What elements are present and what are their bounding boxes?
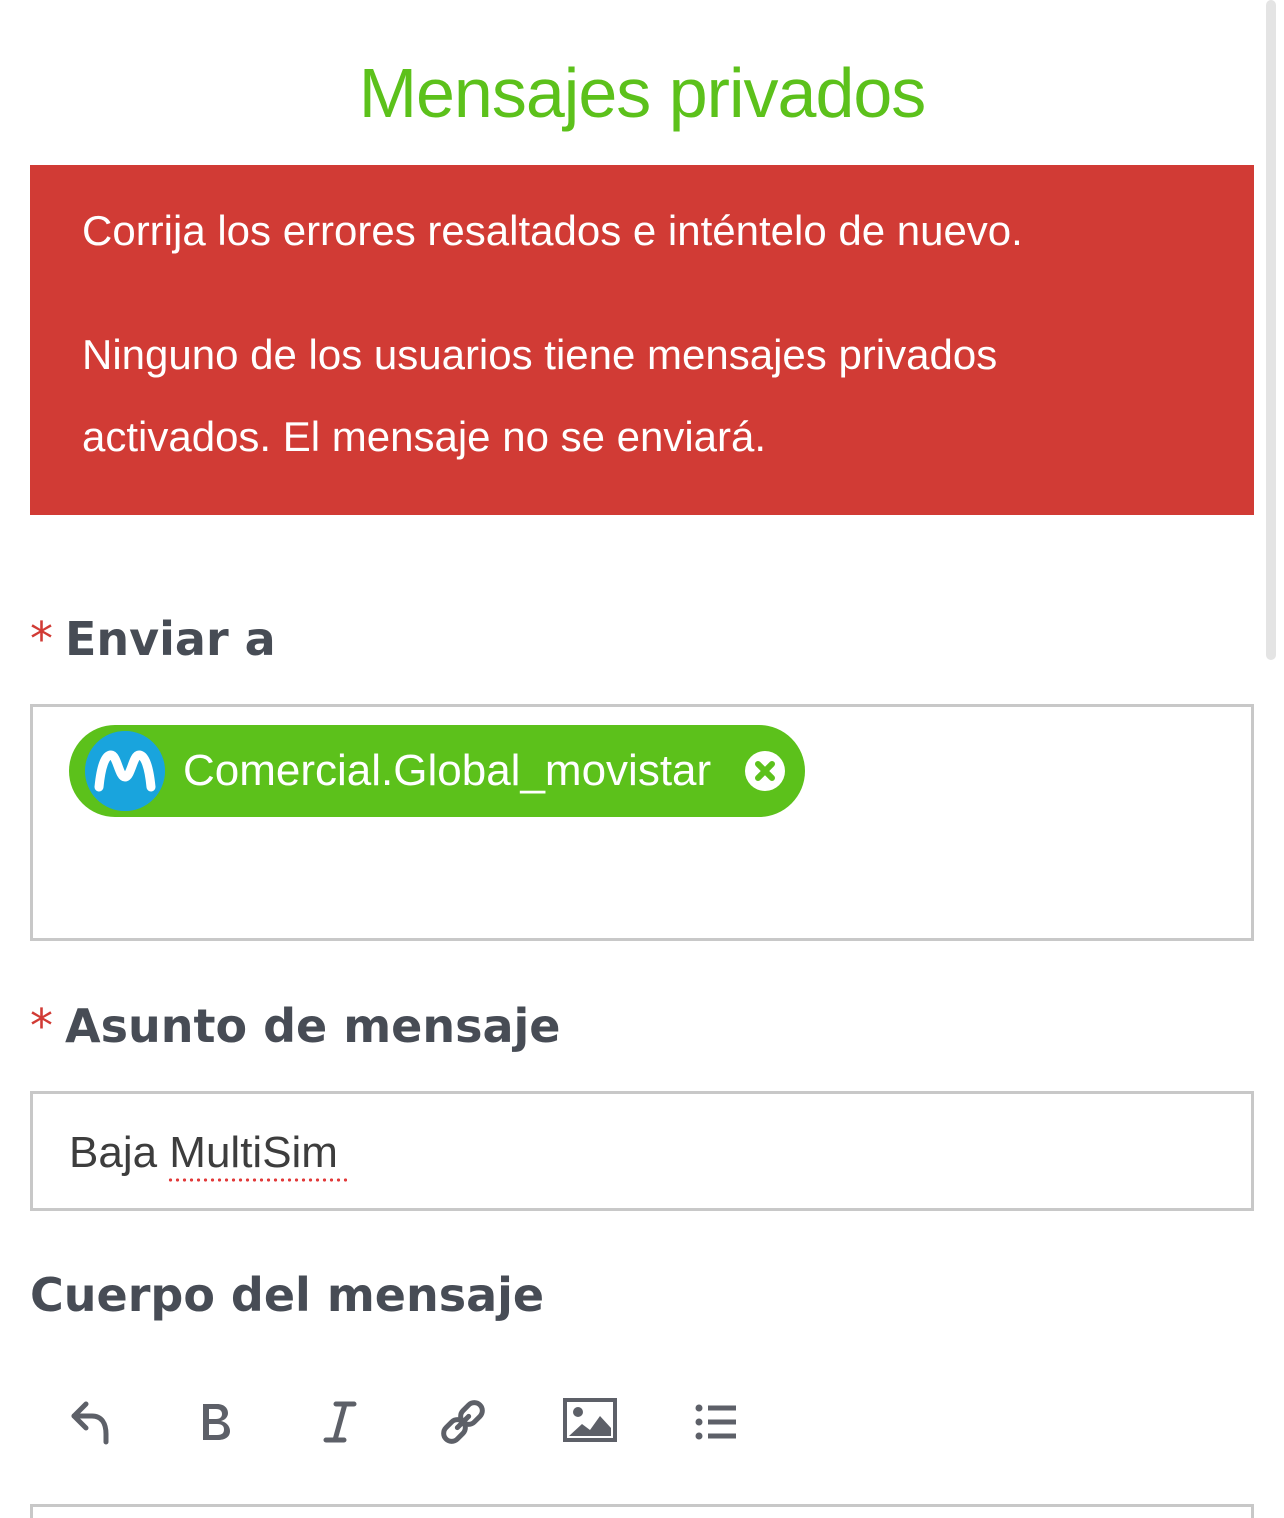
error-message-line-3: activados. El mensaje no se enviará. bbox=[82, 413, 767, 460]
subject-field-label: * Asunto de mensaje bbox=[30, 999, 561, 1053]
avatar bbox=[85, 731, 165, 811]
page-title: Mensajes privados bbox=[358, 54, 927, 132]
subject-input[interactable]: Baja MultiSim bbox=[30, 1091, 1254, 1211]
subject-label-text: Asunto de mensaje bbox=[65, 999, 561, 1053]
recipient-chip-label: Comercial.Global_movistar bbox=[183, 746, 712, 795]
to-label-text: Enviar a bbox=[65, 612, 276, 666]
recipient-chip[interactable]: Comercial.Global_movistar bbox=[69, 725, 805, 817]
insert-image-button[interactable] bbox=[560, 1392, 620, 1452]
spellcheck-underline bbox=[167, 1178, 347, 1182]
close-circle-icon bbox=[745, 751, 785, 791]
image-icon bbox=[563, 1398, 617, 1442]
scrollbar[interactable] bbox=[1266, 0, 1276, 660]
bold-icon bbox=[203, 1404, 230, 1440]
undo-button[interactable] bbox=[60, 1392, 120, 1452]
bulleted-list-icon bbox=[695, 1404, 736, 1440]
movistar-logo-icon bbox=[85, 731, 165, 811]
subject-input-value: Baja MultiSim bbox=[69, 1128, 338, 1177]
insert-link-button[interactable] bbox=[433, 1392, 493, 1452]
remove-recipient-button[interactable] bbox=[745, 751, 785, 791]
link-icon bbox=[441, 1400, 485, 1444]
italic-button[interactable] bbox=[310, 1392, 370, 1452]
required-marker: * bbox=[30, 612, 53, 666]
italic-icon bbox=[323, 1401, 357, 1443]
to-field-label: * Enviar a bbox=[30, 612, 276, 666]
required-marker: * bbox=[30, 999, 53, 1053]
message-body-editor[interactable] bbox=[30, 1504, 1254, 1518]
bold-button[interactable] bbox=[185, 1392, 245, 1452]
recipients-input[interactable]: Comercial.Global_movistar bbox=[30, 704, 1254, 941]
error-message-line-2: Ninguno de los usuarios tiene mensajes p… bbox=[82, 331, 998, 378]
bulleted-list-button[interactable] bbox=[686, 1392, 746, 1452]
error-message-line-1: Corrija los errores resaltados e inténte… bbox=[82, 207, 1023, 254]
undo-icon bbox=[71, 1401, 109, 1445]
error-alert: Corrija los errores resaltados e inténte… bbox=[30, 165, 1254, 515]
body-field-label: Cuerpo del mensaje bbox=[30, 1268, 545, 1322]
